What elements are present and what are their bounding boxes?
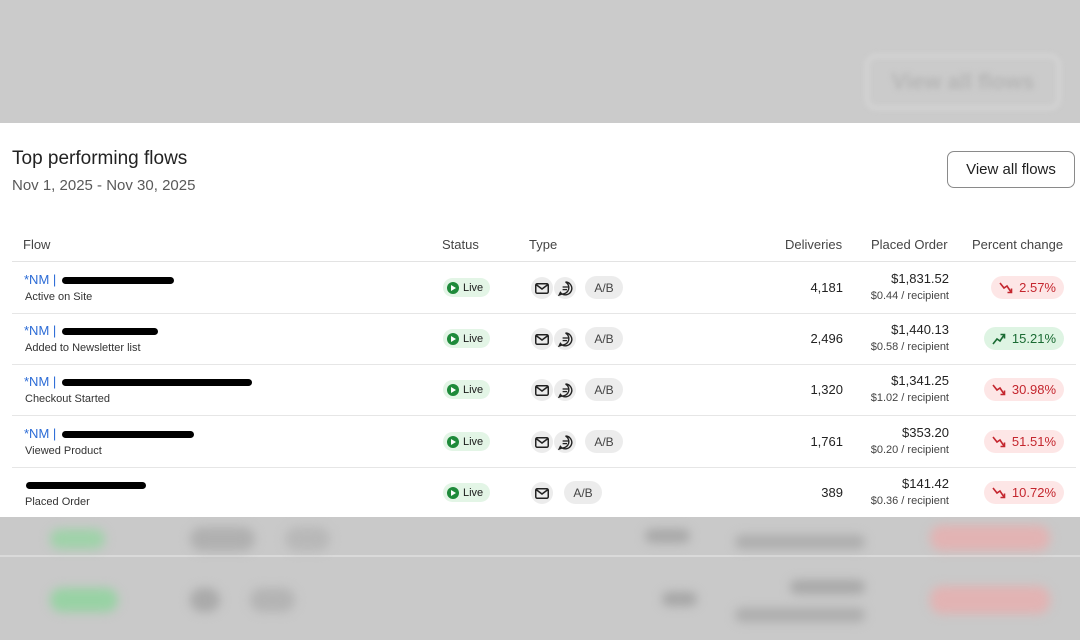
date-range: Nov 1, 2025 - Nov 30, 2025 [12,177,196,194]
ab-test-badge: A/B [585,430,623,453]
flow-name-prefix: *NM | [24,374,60,389]
header-type: Type [529,237,558,252]
per-recipient-value: $0.20 / recipient [870,444,949,456]
ab-test-badge: A/B [564,481,602,504]
play-icon [447,435,459,448]
percent-change-badge: 10.72% [983,481,1064,504]
flow-trigger: Viewed Product [25,445,102,457]
status-label: Live [463,383,484,396]
per-recipient-value: $0.36 / recipient [870,495,949,507]
sms-icon [554,277,576,299]
email-icon [531,482,553,504]
email-icon [531,431,553,453]
deliveries-value: 2,496 [810,331,843,346]
top-flows-card: Top performing flows Nov 1, 2025 - Nov 3… [0,123,1080,517]
percent-change-value: 51.51% [1011,434,1056,449]
play-icon [447,486,459,499]
play-icon [447,332,459,345]
percent-change-badge: 30.98% [983,378,1064,401]
background-view-all-button: View all flows [866,55,1060,109]
flow-name-link[interactable]: *NM | [24,272,174,287]
play-icon [447,383,459,396]
table-row[interactable]: *NM | Active on Site Live A/B 4,181 $1,831.5… [12,262,1076,314]
deliveries-value: 1,761 [810,434,843,449]
status-badge: Live [443,432,491,451]
percent-change-badge: 51.51% [983,430,1064,453]
card-title: Top performing flows [12,148,188,169]
trend-down-icon [992,487,1012,499]
ab-test-badge: A/B [585,276,623,299]
status-badge: Live [443,483,491,502]
flow-name-prefix: *NM | [24,426,60,441]
per-recipient-value: $0.58 / recipient [870,341,949,353]
percent-change-value: 2.57% [1019,280,1056,295]
status-label: Live [463,281,484,294]
redaction-mark [61,277,174,285]
ab-test-badge: A/B [585,378,623,401]
trend-down-icon [992,384,1012,396]
background-row [0,517,1080,575]
deliveries-value: 389 [821,485,843,500]
per-recipient-value: $1.02 / recipient [870,392,949,404]
placed-order-value: $353.20 [902,425,949,440]
percent-change-badge: 15.21% [983,327,1064,350]
header-percent-change: Percent change [972,237,1064,252]
trend-down-icon [999,282,1019,294]
percent-change-badge: 2.57% [991,276,1064,299]
email-icon [531,277,553,299]
flow-name-prefix: *NM | [24,272,60,287]
placed-order-value: $1,831.52 [891,271,949,286]
email-icon [531,328,553,350]
deliveries-value: 1,320 [810,382,843,397]
flow-trigger: Added to Newsletter list [25,342,141,354]
flow-name-link[interactable] [24,477,146,492]
placed-order-value: $1,341.25 [891,373,949,388]
flow-name-link[interactable]: *NM | [24,426,194,441]
status-badge: Live [443,278,491,297]
email-icon [531,379,553,401]
percent-change-value: 15.21% [1011,331,1056,346]
background-overlay-bottom [0,517,1080,640]
trend-down-icon [992,436,1012,448]
header-flow: Flow [23,237,51,252]
play-icon [447,281,459,294]
table-row[interactable]: *NM | Added to Newsletter list Live A/B 2,4… [12,313,1076,365]
percent-change-value: 30.98% [1011,382,1056,397]
status-label: Live [463,486,484,499]
percent-change-value: 10.72% [1011,485,1056,500]
redaction-mark [61,431,194,439]
table-row[interactable]: Placed Order Live A/B 389 $141.42 $0.36 / rec… [12,467,1076,517]
status-badge: Live [443,329,491,348]
per-recipient-value: $0.44 / recipient [870,290,949,302]
table-row[interactable]: *NM | Checkout Started Live A/B 1,320 $1,341… [12,364,1076,416]
sms-icon [554,328,576,350]
trend-up-icon [992,333,1012,345]
view-all-flows-button[interactable]: View all flows [947,151,1075,188]
redaction-mark [26,482,146,490]
flow-name-prefix: *NM | [24,323,60,338]
status-badge: Live [443,380,491,399]
sms-icon [554,431,576,453]
flow-name-link[interactable]: *NM | [24,323,158,338]
header-status: Status [442,237,479,252]
table-header: Flow Status Type Deliveries Placed Order… [12,233,1076,262]
placed-order-value: $1,440.13 [891,322,949,337]
sms-icon [554,379,576,401]
header-deliveries: Deliveries [785,237,843,252]
status-label: Live [463,332,484,345]
flow-trigger: Placed Order [25,496,90,508]
flow-trigger: Active on Site [25,291,93,303]
background-row [0,572,1080,632]
flow-name-link[interactable]: *NM | [24,374,252,389]
table-row[interactable]: *NM | Viewed Product Live A/B 1,761 $353.20 $… [12,416,1076,468]
deliveries-value: 4,181 [810,280,843,295]
flow-trigger: Checkout Started [25,393,110,405]
header-placed-order: Placed Order [871,237,948,252]
redaction-mark [61,328,158,336]
redaction-mark [61,379,252,387]
status-label: Live [463,435,484,448]
placed-order-value: $141.42 [902,476,949,491]
background-overlay-top: View all flows [0,0,1080,123]
ab-test-badge: A/B [585,327,623,350]
